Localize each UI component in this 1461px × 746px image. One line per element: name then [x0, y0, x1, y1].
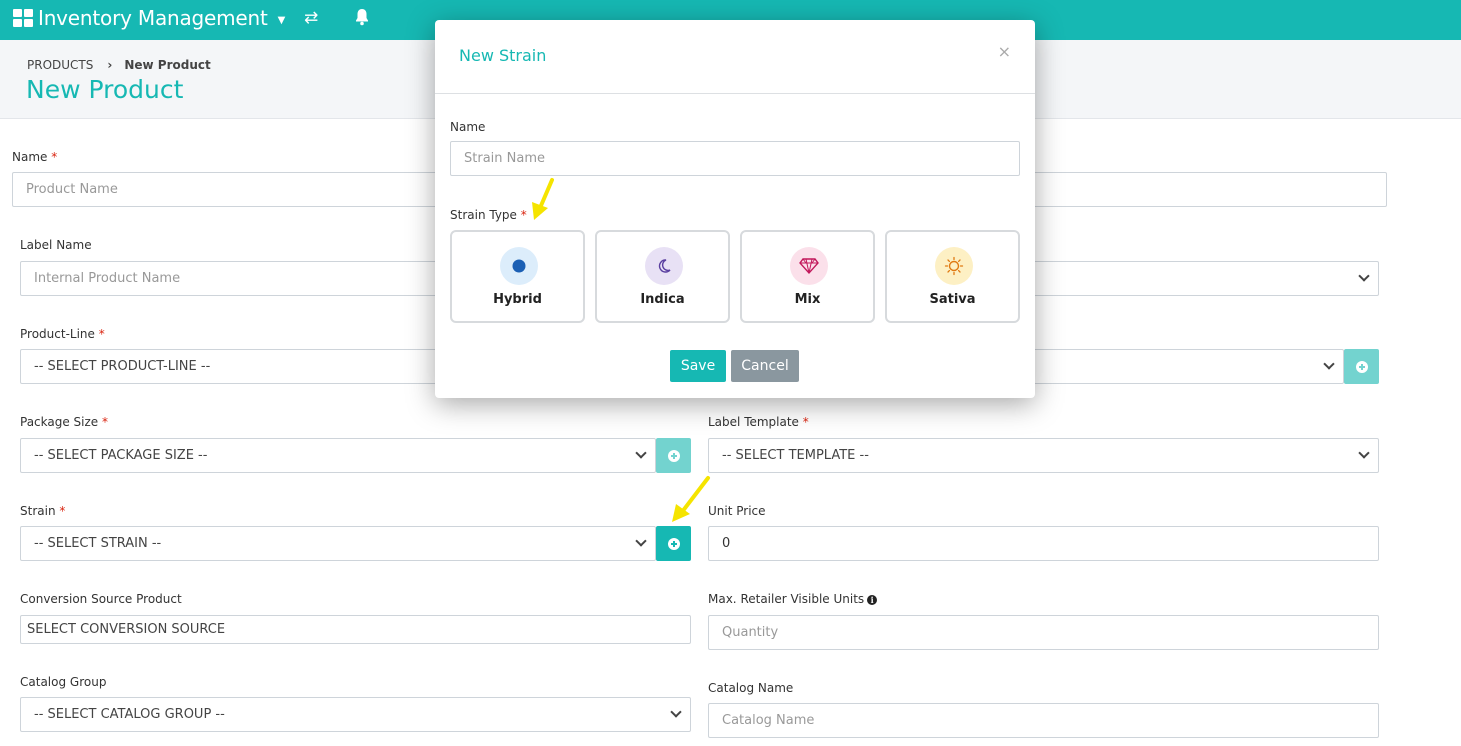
strain-value: -- SELECT STRAIN --	[34, 536, 162, 551]
add-package-size-button[interactable]	[656, 438, 691, 473]
close-icon[interactable]: ×	[998, 42, 1011, 61]
label-template-select[interactable]: -- SELECT TEMPLATE --	[708, 438, 1379, 473]
app-title: Inventory Management	[38, 6, 268, 30]
new-strain-modal: New Strain × Name Strain Name Strain Typ…	[435, 20, 1035, 398]
package-size-label-text: Package Size	[20, 415, 99, 429]
label-name-placeholder: Internal Product Name	[34, 271, 181, 286]
strain-type-label-indica: Indica	[640, 292, 685, 307]
page-title: New Product	[26, 75, 184, 104]
required-mark: *	[802, 415, 809, 429]
strain-type-sativa[interactable]: Sativa	[885, 230, 1020, 323]
label-template-value: -- SELECT TEMPLATE --	[722, 448, 869, 463]
strain-select[interactable]: -- SELECT STRAIN --	[20, 526, 656, 561]
strain-type-label-hybrid: Hybrid	[493, 292, 542, 307]
strain-type-label-text: Strain Type	[450, 208, 517, 222]
info-icon[interactable]: i	[867, 595, 878, 605]
add-strain-button[interactable]	[656, 526, 691, 561]
strain-type-label-sativa: Sativa	[929, 292, 976, 307]
required-mark: *	[520, 208, 527, 222]
strain-type-label: Strain Type *	[450, 208, 527, 222]
package-size-value: -- SELECT PACKAGE SIZE --	[34, 448, 208, 463]
name-label-text: Name	[12, 150, 48, 164]
product-line-select[interactable]: -- SELECT PRODUCT-LINE --	[20, 349, 440, 384]
product-line-select-right[interactable]	[1030, 349, 1344, 384]
save-button[interactable]: Save	[670, 350, 726, 382]
conversion-source-value: SELECT CONVERSION SOURCE	[27, 622, 226, 637]
breadcrumb: PRODUCTS › New Product	[27, 58, 211, 72]
catalog-group-label: Catalog Group	[20, 675, 107, 689]
strain-label-text: Strain	[20, 504, 56, 518]
diamond-icon	[790, 247, 828, 285]
breadcrumb-current: New Product	[124, 58, 211, 72]
product-name-placeholder: Product Name	[26, 182, 118, 197]
apps-grid-icon	[13, 9, 33, 27]
circle-icon	[500, 247, 538, 285]
conversion-source-input[interactable]: SELECT CONVERSION SOURCE	[20, 615, 691, 644]
required-mark: *	[98, 327, 105, 341]
label-template-label-text: Label Template	[708, 415, 799, 429]
catalog-name-label: Catalog Name	[708, 681, 794, 695]
max-retailer-units-label-text: Max. Retailer Visible Units	[708, 592, 865, 606]
product-line-value: -- SELECT PRODUCT-LINE --	[34, 359, 211, 374]
chevron-down-icon	[635, 535, 647, 547]
chevron-down-icon	[1358, 270, 1370, 282]
package-size-label: Package Size *	[20, 415, 108, 429]
app-menu[interactable]: Inventory Management ▼	[13, 6, 285, 30]
required-mark: *	[59, 504, 66, 518]
label-template-label: Label Template *	[708, 415, 809, 429]
unit-price-value: 0	[722, 536, 731, 551]
plus-circle-icon	[1355, 360, 1368, 373]
moon-icon	[645, 247, 683, 285]
package-size-select[interactable]: -- SELECT PACKAGE SIZE --	[20, 438, 656, 473]
name-label: Name *	[12, 150, 57, 164]
cancel-button[interactable]: Cancel	[731, 350, 799, 382]
unit-price-label: Unit Price	[708, 504, 766, 518]
strain-type-indica[interactable]: Indica	[595, 230, 730, 323]
product-line-label-text: Product-Line	[20, 327, 95, 341]
max-retailer-units-placeholder: Quantity	[722, 625, 779, 640]
plus-circle-icon	[667, 537, 680, 550]
catalog-group-select[interactable]: -- SELECT CATALOG GROUP --	[20, 697, 691, 732]
unit-price-input[interactable]: 0	[708, 526, 1379, 561]
label-name-label: Label Name	[20, 238, 92, 252]
strain-type-label-mix: Mix	[794, 292, 821, 307]
strain-label: Strain *	[20, 504, 65, 518]
max-retailer-units-input[interactable]: Quantity	[708, 615, 1379, 650]
strain-name-placeholder: Strain Name	[464, 151, 545, 166]
add-product-line-button[interactable]	[1344, 349, 1379, 384]
strain-type-hybrid[interactable]: Hybrid	[450, 230, 585, 323]
catalog-name-placeholder: Catalog Name	[722, 713, 815, 728]
required-mark: *	[51, 150, 58, 164]
sun-icon	[935, 247, 973, 285]
required-mark: *	[102, 415, 109, 429]
bell-icon[interactable]	[354, 8, 370, 31]
swap-arrows-icon[interactable]: ⇄	[304, 8, 318, 28]
catalog-group-value: -- SELECT CATALOG GROUP --	[34, 707, 225, 722]
strain-type-mix[interactable]: Mix	[740, 230, 875, 323]
plus-circle-icon	[667, 449, 680, 462]
annotation-arrow-icon	[672, 476, 710, 522]
breadcrumb-products-link[interactable]: PRODUCTS	[27, 58, 93, 72]
breadcrumb-separator: ›	[107, 58, 113, 72]
label-name-input[interactable]: Internal Product Name	[20, 261, 440, 296]
annotation-arrow-icon	[532, 178, 554, 220]
caret-down-icon: ▼	[277, 14, 286, 26]
chevron-down-icon	[1358, 447, 1370, 459]
modal-title: New Strain	[459, 46, 547, 65]
product-line-label: Product-Line *	[20, 327, 105, 341]
chevron-down-icon	[1323, 358, 1335, 370]
strain-name-input[interactable]: Strain Name	[450, 141, 1020, 176]
catalog-name-input[interactable]: Catalog Name	[708, 703, 1379, 738]
max-retailer-units-label: Max. Retailer Visible Units i	[708, 592, 878, 606]
strain-name-label: Name	[450, 120, 486, 134]
modal-header: New Strain ×	[435, 20, 1035, 94]
label-name-right-select[interactable]	[1030, 261, 1379, 296]
conversion-source-label: Conversion Source Product	[20, 592, 182, 606]
chevron-down-icon	[670, 706, 682, 718]
chevron-down-icon	[635, 447, 647, 459]
